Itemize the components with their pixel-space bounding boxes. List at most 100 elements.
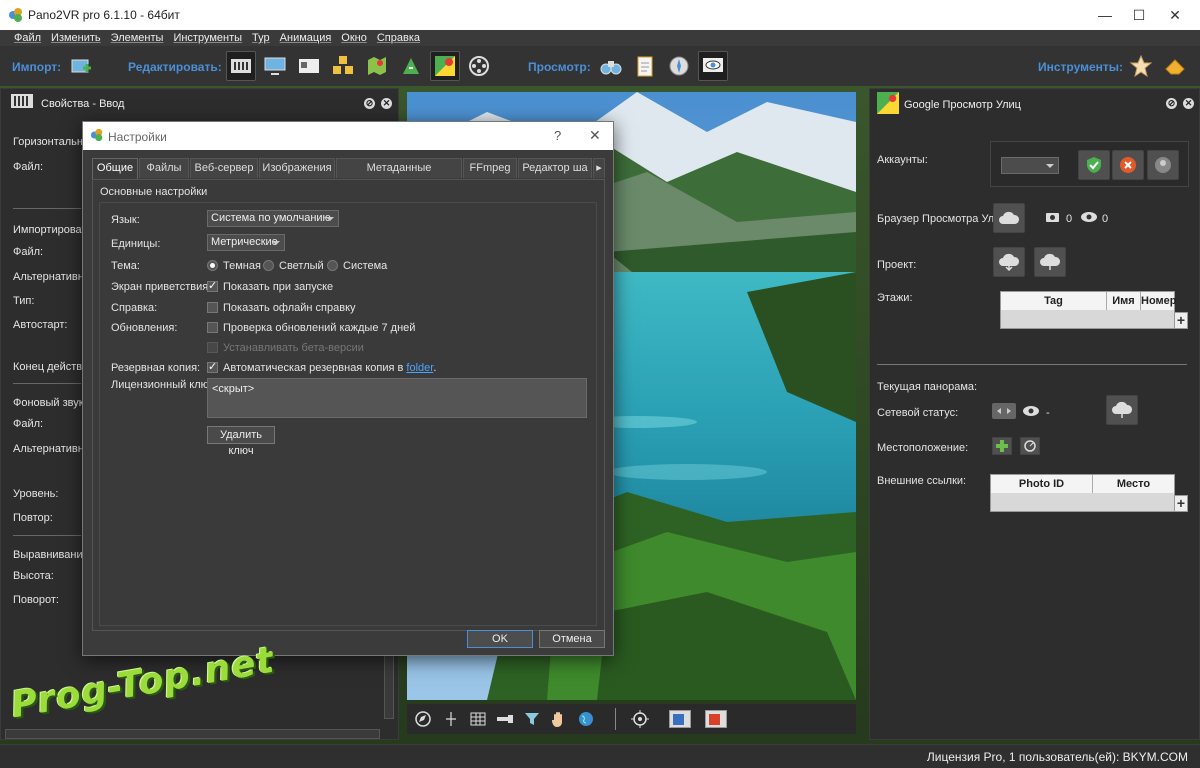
tools-label: Инструменты:	[1038, 60, 1124, 74]
user-data-icon	[299, 59, 319, 73]
user-data-button[interactable]	[294, 51, 324, 81]
ruler-icon[interactable]	[496, 710, 514, 728]
language-select[interactable]: Система по умолчанию	[207, 210, 339, 227]
funnel-icon[interactable]	[523, 710, 541, 728]
tour-map-button[interactable]	[362, 51, 392, 81]
account-remove-button[interactable]	[1112, 150, 1144, 180]
tab-images[interactable]: Изображения	[259, 158, 335, 178]
theme-light-label[interactable]: Светлый	[279, 260, 324, 272]
preview-button[interactable]	[698, 51, 728, 81]
links-table[interactable]: Photo ID Место	[990, 474, 1175, 512]
theme-dark-label[interactable]: Темная	[223, 260, 261, 272]
menu-help[interactable]: Справка	[372, 30, 425, 46]
patches-button[interactable]	[328, 51, 358, 81]
account-add-button[interactable]	[1147, 150, 1179, 180]
links-col-photoid[interactable]: Photo ID	[991, 475, 1093, 493]
dialog-close-button[interactable]: ✕	[589, 127, 601, 144]
dialog-help-button[interactable]: ?	[554, 128, 561, 143]
floors-table[interactable]: Tag Имя Номер	[1000, 291, 1177, 329]
target-icon[interactable]	[631, 710, 649, 728]
theme-light-radio[interactable]	[263, 260, 274, 271]
project-upload-button[interactable]	[1034, 247, 1066, 277]
tab-general[interactable]: Общие	[92, 158, 138, 179]
menu-tools[interactable]: Инструменты	[168, 30, 247, 46]
menu-window[interactable]: Окно	[336, 30, 372, 46]
horizontal-scrollbar[interactable]	[5, 729, 380, 739]
globe-icon[interactable]	[577, 710, 595, 728]
theme-dark-radio[interactable]	[207, 260, 218, 271]
table-row[interactable]	[991, 493, 1174, 511]
units-select[interactable]: Метрические	[207, 234, 285, 251]
hand-icon[interactable]	[550, 710, 568, 728]
theme-system-radio[interactable]	[327, 260, 338, 271]
updates-checkbox[interactable]	[207, 322, 218, 333]
offline-help-label[interactable]: Показать офлайн справку	[223, 302, 356, 314]
tour-browser-button[interactable]	[664, 51, 694, 81]
welcome-check-label[interactable]: Показать при запуске	[223, 281, 333, 293]
properties-button[interactable]	[226, 51, 256, 81]
backup-checkbox[interactable]	[207, 360, 218, 373]
welcome-checkbox[interactable]	[207, 279, 218, 292]
tab-metadata[interactable]: Метаданные изображения	[336, 158, 462, 193]
table-row[interactable]	[1001, 310, 1174, 328]
import-button[interactable]	[66, 51, 96, 81]
cancel-button[interactable]: Отмена	[539, 630, 605, 648]
add-location-button[interactable]	[992, 437, 1012, 455]
grid-icon[interactable]	[469, 710, 487, 728]
label-level: Уровень:	[13, 488, 59, 500]
star-icon	[1129, 54, 1153, 78]
locate-button[interactable]	[1020, 437, 1040, 455]
add-link-button[interactable]: +	[1174, 495, 1188, 512]
floors-col-number[interactable]: Номер	[1141, 292, 1177, 310]
crosshair-icon[interactable]	[442, 710, 460, 728]
offline-help-checkbox[interactable]	[207, 302, 218, 313]
floors-col-tag[interactable]: Tag	[1001, 292, 1107, 310]
add-floor-button[interactable]: +	[1174, 312, 1188, 329]
tab-scroll-right-icon[interactable]: ▸	[593, 158, 605, 178]
updates-label: Обновления:	[111, 322, 178, 334]
tool-star-button[interactable]	[1126, 51, 1156, 81]
color-picker-red[interactable]	[705, 710, 727, 728]
menu-elements[interactable]: Элементы	[106, 30, 169, 46]
theme-system-label[interactable]: Система	[343, 260, 387, 272]
panel-close-icon[interactable]: ✕	[1183, 98, 1194, 109]
menu-animation[interactable]: Анимация	[275, 30, 337, 46]
menu-edit[interactable]: Изменить	[46, 30, 106, 46]
panel-close-icon[interactable]: ✕	[381, 98, 392, 109]
output-button[interactable]	[630, 51, 660, 81]
locate-icon	[1024, 440, 1036, 452]
delete-key-button[interactable]: Удалить ключ	[207, 426, 275, 457]
eraser-icon	[1165, 59, 1185, 75]
pano-upload-button[interactable]	[1106, 395, 1138, 425]
license-field[interactable]: <скрыт>	[207, 378, 587, 418]
viewing-params-button[interactable]	[260, 51, 290, 81]
updates-check-label[interactable]: Проверка обновлений каждые 7 дней	[223, 322, 415, 334]
compass-icon[interactable]	[414, 710, 432, 728]
ok-button[interactable]: OK	[467, 630, 533, 648]
backup-check-label[interactable]: Автоматическая резервная копия в folder.	[223, 362, 436, 374]
binoculars-button[interactable]	[596, 51, 626, 81]
close-window-button[interactable]: ✕	[1152, 0, 1198, 30]
color-picker-blue[interactable]	[669, 710, 691, 728]
animation-button[interactable]	[396, 51, 426, 81]
account-verify-button[interactable]	[1078, 150, 1110, 180]
floors-col-name[interactable]: Имя	[1107, 292, 1141, 310]
tab-files[interactable]: Файлы	[139, 158, 189, 178]
links-col-place[interactable]: Место	[1093, 475, 1174, 493]
tab-webserver[interactable]: Веб-сервер	[190, 158, 258, 178]
google-streetview-button[interactable]	[430, 51, 460, 81]
menu-tour[interactable]: Тур	[247, 30, 275, 46]
tool-eraser-button[interactable]	[1160, 51, 1190, 81]
tab-template-editor[interactable]: Редактор ша	[518, 158, 592, 178]
user-circle-icon	[1155, 157, 1171, 173]
menu-file[interactable]: Файл	[0, 30, 46, 46]
browser-button[interactable]	[993, 203, 1025, 233]
project-download-button[interactable]	[993, 247, 1025, 277]
accounts-select[interactable]	[1001, 157, 1059, 174]
properties-panel-title: Свойства - Ввод	[41, 98, 125, 110]
tab-ffmpeg[interactable]: FFmpeg	[463, 158, 517, 178]
undock-icon[interactable]: ⊘	[1166, 98, 1177, 109]
video-button[interactable]	[464, 51, 494, 81]
undock-icon[interactable]: ⊘	[364, 98, 375, 109]
backup-folder-link[interactable]: folder	[406, 362, 433, 374]
